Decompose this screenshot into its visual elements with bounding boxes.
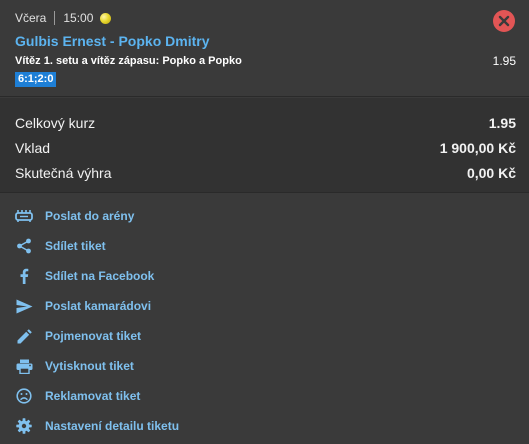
action-label: Sdílet na Facebook xyxy=(45,269,155,283)
pencil-icon xyxy=(14,326,34,346)
summary-value: 1 900,00 Kč xyxy=(439,140,516,156)
ticket-card: Včera 15:00 Gulbis Ernest - Popko Dmitry… xyxy=(0,0,529,444)
summary-row-actual-win: Skutečná výhra 0,00 Kč xyxy=(15,165,516,181)
claim-ticket-button[interactable]: Reklamovat tiket xyxy=(14,385,140,407)
tennis-ball-icon xyxy=(100,12,112,24)
close-icon xyxy=(498,15,510,27)
action-label: Poslat kamarádovi xyxy=(45,299,152,313)
action-label: Pojmenovat tiket xyxy=(45,329,142,343)
share-facebook-button[interactable]: Sdílet na Facebook xyxy=(14,265,154,287)
summary-value: 1.95 xyxy=(488,115,516,131)
bet-section: Včera 15:00 Gulbis Ernest - Popko Dmitry… xyxy=(0,0,529,97)
print-ticket-button[interactable]: Vytisknout tiket xyxy=(14,355,134,377)
ticket-detail-settings-button[interactable]: Nastavení detailu tiketu xyxy=(14,415,179,437)
action-label: Nastavení detailu tiketu xyxy=(45,419,180,433)
sad-face-icon xyxy=(14,386,34,406)
bet-odd: 1.95 xyxy=(492,54,516,68)
send-to-arena-button[interactable]: Poslat do arény xyxy=(14,205,134,227)
match-name[interactable]: Gulbis Ernest - Popko Dmitry xyxy=(15,33,209,49)
send-to-friend-button[interactable]: Poslat kamarádovi xyxy=(14,295,151,317)
meta-divider xyxy=(54,11,56,25)
gear-icon xyxy=(14,416,34,436)
action-label: Vytisknout tiket xyxy=(45,359,134,373)
action-label: Sdílet tiket xyxy=(45,239,106,253)
summary-row-stake: Vklad 1 900,00 Kč xyxy=(15,140,516,156)
score-badge: 6:1;2:0 xyxy=(15,72,57,87)
bet-time: 15:00 xyxy=(63,11,94,25)
rename-ticket-button[interactable]: Pojmenovat tiket xyxy=(14,325,141,347)
bet-day: Včera xyxy=(15,11,47,25)
close-button[interactable] xyxy=(493,10,515,32)
share-ticket-button[interactable]: Sdílet tiket xyxy=(14,235,106,257)
printer-icon xyxy=(14,356,34,376)
bet-meta: Včera 15:00 xyxy=(15,11,112,25)
action-label: Reklamovat tiket xyxy=(45,389,141,403)
action-label: Poslat do arény xyxy=(45,209,135,223)
arena-icon xyxy=(14,206,34,226)
summary-label: Celkový kurz xyxy=(15,115,96,131)
summary-row-total-odd: Celkový kurz 1.95 xyxy=(15,115,516,131)
send-icon xyxy=(14,296,34,316)
summary-label: Vklad xyxy=(15,140,51,156)
market-name: Vítěz 1. setu a vítěz zápasu: Popko a Po… xyxy=(15,55,242,67)
facebook-icon xyxy=(14,266,34,286)
share-icon xyxy=(14,236,34,256)
summary-section: Celkový kurz 1.95 Vklad 1 900,00 Kč Skut… xyxy=(0,98,529,193)
summary-value: 0,00 Kč xyxy=(466,165,516,181)
summary-label: Skutečná výhra xyxy=(15,165,112,181)
